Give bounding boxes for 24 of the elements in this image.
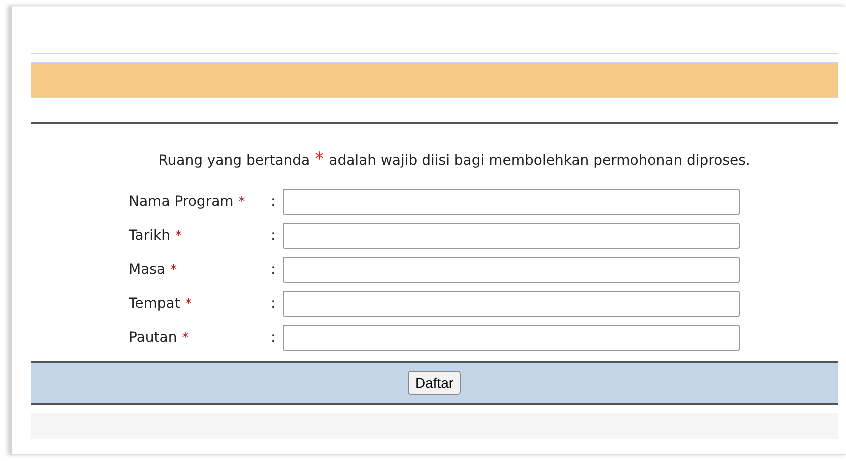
separator: :	[271, 330, 277, 346]
required-mark: *	[170, 263, 178, 278]
field-label: Masa	[129, 262, 166, 278]
input-field[interactable]	[283, 291, 740, 317]
required-mark: *	[185, 297, 192, 312]
field-label: Pautan	[129, 330, 178, 346]
separator: :	[271, 262, 277, 278]
input-field[interactable]	[283, 325, 740, 351]
input-field[interactable]	[283, 189, 740, 215]
field-label: Tarikh	[129, 228, 170, 244]
submit-button[interactable]: Daftar	[408, 371, 461, 395]
notice-text: adalah wajib diisi bagi membolehkan permohonan diproses.	[329, 153, 750, 169]
required-mark: *	[182, 331, 189, 346]
separator: :	[271, 296, 277, 312]
field-label: Tempat	[129, 296, 180, 312]
required-mark: *	[175, 229, 182, 244]
separator: :	[271, 228, 277, 244]
notice-text: Ruang yang bertanda	[158, 153, 310, 169]
separator: :	[271, 194, 277, 210]
input-field[interactable]	[283, 223, 740, 249]
required-mark: *	[315, 149, 324, 170]
required-mark: *	[238, 195, 246, 210]
input-field[interactable]	[283, 257, 740, 283]
field-label: Nama Program	[129, 194, 234, 210]
